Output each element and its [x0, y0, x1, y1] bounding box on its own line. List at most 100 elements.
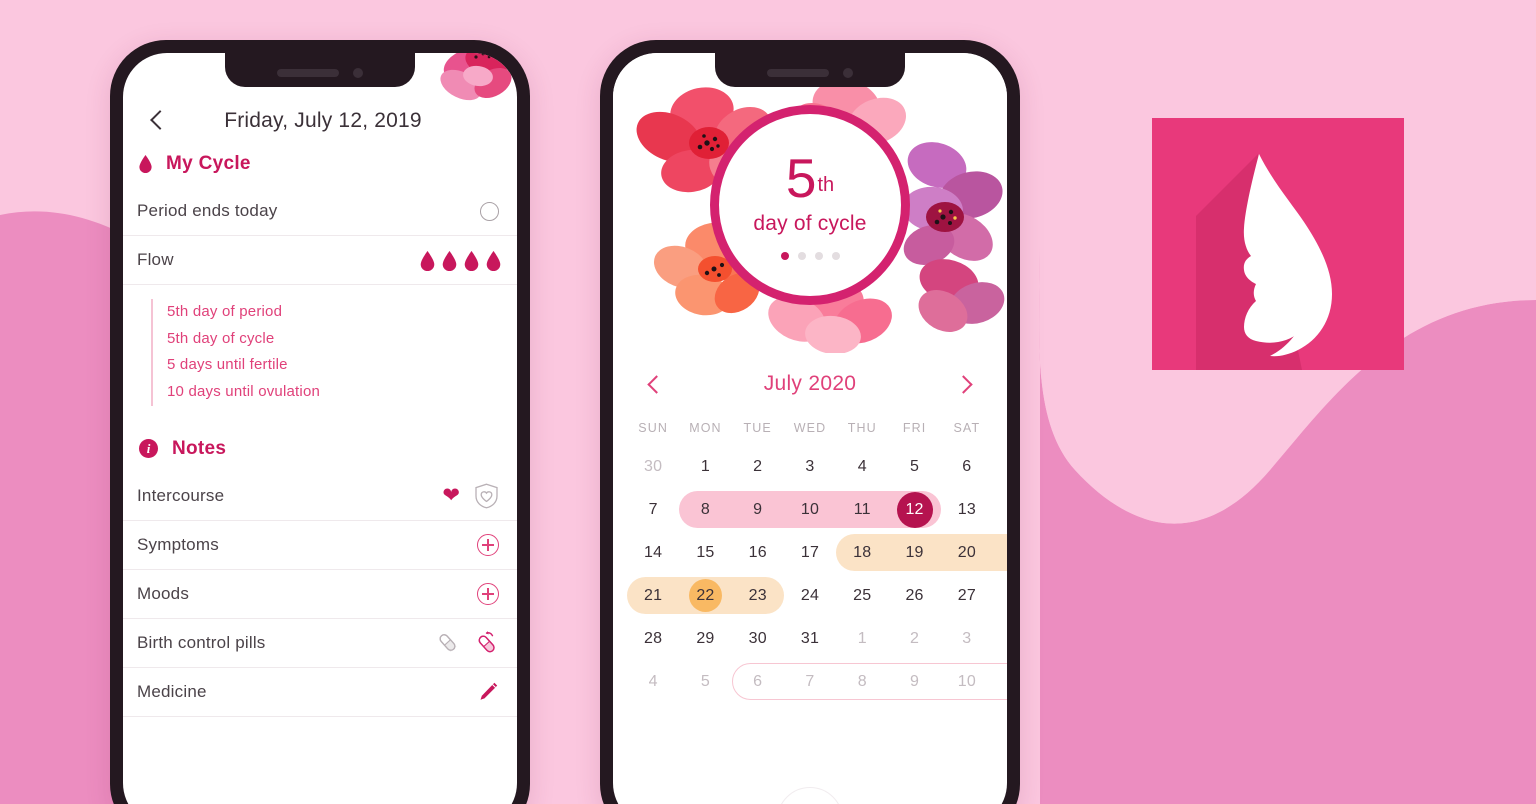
pager-dot[interactable]	[814, 251, 823, 260]
calendar-cell[interactable]: 15	[679, 531, 731, 574]
calendar-day-number: 17	[800, 543, 820, 561]
radio-circle-unselected-icon[interactable]	[480, 201, 499, 221]
chevron-left-icon[interactable]	[643, 373, 665, 395]
calendar-weeks: 30 1 2 3 4 5 6 7 8 9 10 11 12 13 14 15 16 17 18 19 20 21 22 23 2…	[627, 445, 1007, 703]
calendar-day-number: 27	[957, 586, 976, 604]
calendar-cell[interactable]: 10	[784, 488, 836, 531]
calendar-day-number: 22	[688, 579, 722, 612]
calendar-cell[interactable]: 27	[941, 574, 993, 617]
calendar-cell[interactable]: 8	[679, 488, 731, 531]
chevron-left-icon[interactable]	[145, 108, 171, 134]
blood-drop-icon	[139, 155, 152, 173]
calendar-day-number: 5	[700, 672, 710, 690]
cycle-fact: 5th day of cycle	[167, 329, 275, 347]
row-birth-control-pills[interactable]: Birth control pills	[123, 619, 517, 668]
row-period-ends-today[interactable]: Period ends today	[123, 187, 517, 236]
cycle-fact: 5 days until fertile	[167, 356, 288, 374]
row-flow[interactable]: Flow	[123, 236, 517, 285]
calendar-cell[interactable]: 17	[784, 531, 836, 574]
calendar-cell[interactable]: 16	[732, 531, 784, 574]
row-medicine[interactable]: Medicine	[123, 668, 517, 717]
flow-drop-icon[interactable]	[486, 251, 501, 271]
pager-dot[interactable]	[780, 251, 789, 260]
calendar-cell[interactable]: 9	[888, 660, 940, 703]
capsule-gray-icon[interactable]	[435, 630, 460, 655]
calendar-day-number: 14	[644, 543, 663, 561]
calendar-cell[interactable]: 2	[888, 617, 940, 660]
capsule-pink-rotate-icon[interactable]	[474, 630, 499, 655]
pager-dot[interactable]	[797, 251, 806, 260]
calendar-cell[interactable]: 21	[627, 574, 679, 617]
row-moods[interactable]: Moods	[123, 570, 517, 619]
heart-filled-icon[interactable]: ❤	[442, 485, 460, 506]
flow-drop-icon[interactable]	[420, 251, 435, 271]
plus-circle-icon[interactable]	[477, 582, 499, 605]
calendar-cell[interactable]: 19	[888, 531, 940, 574]
calendar-cell[interactable]: 31	[784, 617, 836, 660]
calendar-header: July 2020	[627, 353, 993, 415]
calendar-cell[interactable]: 24	[784, 574, 836, 617]
calendar-cell[interactable]: 4	[627, 660, 679, 703]
calendar-day-number: 16	[748, 543, 767, 561]
phone-left-screen: Friday, July 12, 2019 My Cycle Period en…	[123, 53, 517, 804]
calendar-cell[interactable]: 26	[888, 574, 940, 617]
calendar-cell[interactable]: 5	[679, 660, 731, 703]
calendar-cell[interactable]: 10	[941, 660, 993, 703]
calendar-cell[interactable]: 9	[732, 488, 784, 531]
calendar-cell[interactable]: 30	[627, 445, 679, 488]
calendar-week-row: 4 5 6 7 8 9 10	[627, 660, 1007, 703]
calendar-cell[interactable]: 6	[732, 660, 784, 703]
calendar-cell[interactable]: 11	[836, 488, 888, 531]
calendar-cell[interactable]: 30	[732, 617, 784, 660]
calendar-cell[interactable]: 1	[679, 445, 731, 488]
pager-dots[interactable]	[780, 251, 840, 260]
calendar-day-number: 2	[910, 629, 920, 647]
calendar-day-number: 15	[696, 543, 715, 561]
row-intercourse[interactable]: Intercourse ❤	[123, 472, 517, 521]
calendar-cell[interactable]: 22	[679, 574, 731, 617]
calendar-cell[interactable]: 25	[836, 574, 888, 617]
calendar-cell[interactable]: 13	[941, 488, 993, 531]
calendar-cell[interactable]: 5	[888, 445, 940, 488]
calendar-cell[interactable]: 28	[627, 617, 679, 660]
row-label: Symptoms	[137, 534, 219, 554]
pencil-icon[interactable]	[477, 681, 499, 703]
flow-drop-icon[interactable]	[464, 251, 479, 271]
calendar-cell[interactable]: 20	[941, 531, 993, 574]
row-label: Moods	[137, 583, 190, 603]
heart-shield-icon[interactable]	[474, 483, 499, 509]
calendar-cell[interactable]: 3	[784, 445, 836, 488]
calendar-day-number: 11	[853, 500, 871, 518]
row-symptoms[interactable]: Symptoms	[123, 521, 517, 570]
calendar-week-row: 21 22 23 24 25 26 27	[627, 574, 993, 617]
row-label: Medicine	[137, 681, 207, 701]
add-button-outline[interactable]	[777, 787, 843, 804]
phone-notch	[225, 53, 415, 87]
cycle-day-ring[interactable]: 5 th day of cycle	[710, 105, 910, 305]
calendar-day-number: 28	[644, 629, 663, 647]
calendar-cell[interactable]: 4	[836, 445, 888, 488]
front-camera	[353, 67, 363, 78]
calendar-cell[interactable]: 14	[627, 531, 679, 574]
calendar-cell[interactable]: 1	[836, 617, 888, 660]
pager-dot[interactable]	[831, 251, 840, 260]
phone-left: Friday, July 12, 2019 My Cycle Period en…	[110, 40, 530, 804]
calendar-cell[interactable]: 3	[941, 617, 993, 660]
calendar-cell[interactable]: 7	[784, 660, 836, 703]
plus-circle-icon[interactable]	[477, 533, 499, 556]
calendar-cell[interactable]: 6	[941, 445, 993, 488]
row-label: Period ends today	[137, 201, 278, 220]
chevron-right-icon[interactable]	[955, 373, 977, 395]
calendar-cell[interactable]: 29	[679, 617, 731, 660]
my-cycle-section-header: My Cycle	[123, 143, 517, 187]
calendar-cell[interactable]: 18	[836, 531, 888, 574]
page-title: Friday, July 12, 2019	[224, 109, 422, 132]
flow-drop-icon[interactable]	[442, 251, 457, 271]
calendar-cell[interactable]: 8	[836, 660, 888, 703]
calendar-cell[interactable]: 12	[888, 488, 940, 531]
calendar-cell[interactable]: 2	[732, 445, 784, 488]
calendar-cell[interactable]: 23	[732, 574, 784, 617]
flow-drops[interactable]	[420, 251, 501, 271]
weekday-header: TUE	[743, 421, 772, 435]
calendar-cell[interactable]: 7	[627, 488, 679, 531]
